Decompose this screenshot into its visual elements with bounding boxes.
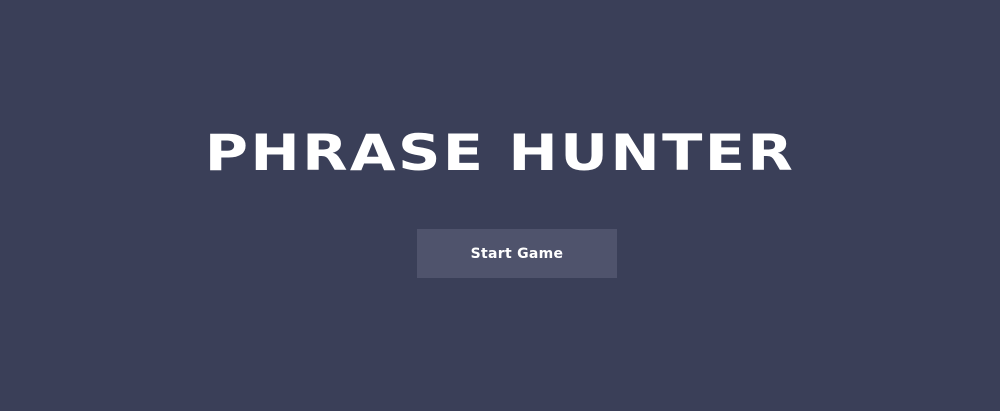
start-game-button[interactable]: Start Game <box>417 229 617 278</box>
game-title: PHRASE HUNTER <box>204 124 796 182</box>
start-overlay: PHRASE HUNTER Start Game <box>0 0 1000 411</box>
